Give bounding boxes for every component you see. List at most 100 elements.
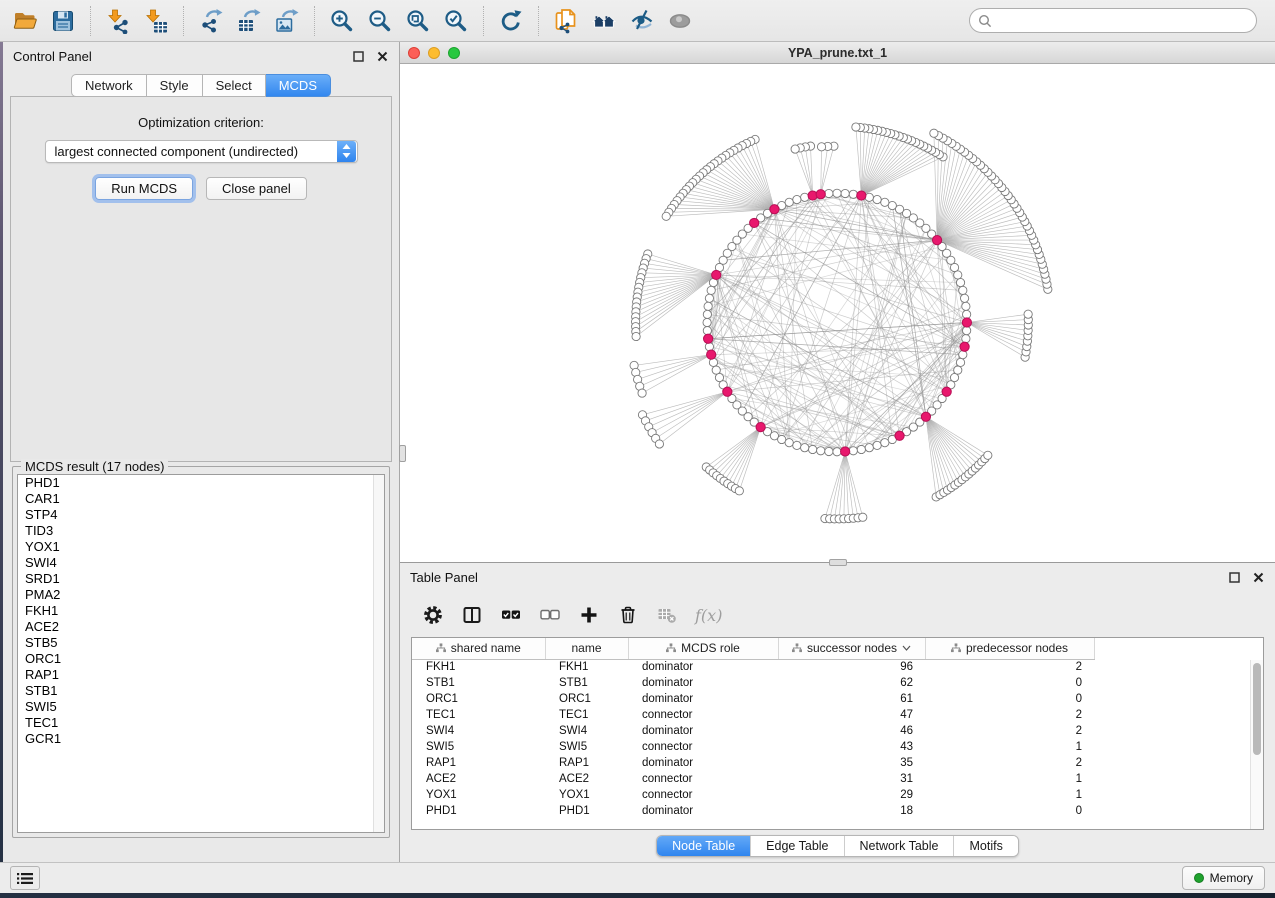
graph-hub-node[interactable] xyxy=(723,387,732,396)
graph-node[interactable] xyxy=(959,286,967,294)
graph-node[interactable] xyxy=(963,327,971,335)
graph-node[interactable] xyxy=(705,343,713,351)
column-header-predecessor-nodes[interactable]: predecessor nodes xyxy=(925,638,1094,659)
table-cell[interactable]: 2 xyxy=(925,755,1094,771)
graph-node[interactable] xyxy=(984,451,992,459)
graph-node[interactable] xyxy=(825,189,833,197)
zoom-selected-button[interactable] xyxy=(437,4,475,38)
graph-node[interactable] xyxy=(956,358,964,366)
global-search-input[interactable] xyxy=(969,8,1257,33)
optimization-criterion-select[interactable]: largest connected component (undirected) xyxy=(45,140,358,163)
table-cell[interactable]: connector xyxy=(628,771,778,787)
table-cell[interactable]: RAP1 xyxy=(545,755,628,771)
close-panel-icon[interactable] xyxy=(1251,570,1265,584)
table-row[interactable]: TEC1TEC1connector472 xyxy=(412,707,1094,723)
graph-node[interactable] xyxy=(881,439,889,447)
graph-hub-node[interactable] xyxy=(960,342,969,351)
export-image-button[interactable] xyxy=(268,4,306,38)
column-header-successor-nodes[interactable]: successor nodes xyxy=(778,638,925,659)
tab-mcds[interactable]: MCDS xyxy=(266,74,331,97)
graph-node[interactable] xyxy=(962,335,970,343)
tab-network[interactable]: Network xyxy=(71,74,147,97)
table-cell[interactable]: 46 xyxy=(778,723,925,739)
graph-node[interactable] xyxy=(950,373,958,381)
table-cell[interactable]: 47 xyxy=(778,707,925,723)
import-network-from-file-button[interactable] xyxy=(99,4,137,38)
close-panel-icon[interactable] xyxy=(375,49,389,63)
select-all-rows-icon[interactable] xyxy=(500,604,522,626)
graph-node[interactable] xyxy=(930,129,938,137)
table-row[interactable]: SWI5SWI5connector431 xyxy=(412,739,1094,755)
settings-gear-icon[interactable] xyxy=(422,604,444,626)
graph-hub-node[interactable] xyxy=(816,190,825,199)
first-neighbors-button[interactable] xyxy=(585,4,623,38)
graph-node[interactable] xyxy=(801,193,809,201)
graph-node[interactable] xyxy=(865,444,873,452)
graph-node[interactable] xyxy=(809,445,817,453)
export-network-button[interactable] xyxy=(192,4,230,38)
graph-node[interactable] xyxy=(888,201,896,209)
save-session-button[interactable] xyxy=(44,4,82,38)
graph-node[interactable] xyxy=(852,123,860,131)
table-cell[interactable]: SWI5 xyxy=(412,739,545,755)
table-cell[interactable]: 0 xyxy=(925,803,1094,819)
hide-selected-button[interactable] xyxy=(623,4,661,38)
mcds-result-item[interactable]: SRD1 xyxy=(18,571,384,587)
graph-node[interactable] xyxy=(849,447,857,455)
graph-node[interactable] xyxy=(962,302,970,310)
mcds-result-item[interactable]: ACE2 xyxy=(18,619,384,635)
graph-node[interactable] xyxy=(857,445,865,453)
graph-hub-node[interactable] xyxy=(962,318,971,327)
table-row[interactable]: RAP1RAP1dominator352 xyxy=(412,755,1094,771)
graph-node[interactable] xyxy=(825,447,833,455)
mcds-result-item[interactable]: ORC1 xyxy=(18,651,384,667)
mcds-result-item[interactable]: STP4 xyxy=(18,507,384,523)
graph-node[interactable] xyxy=(865,193,873,201)
mcds-result-item[interactable]: YOX1 xyxy=(18,539,384,555)
graph-node[interactable] xyxy=(703,327,711,335)
task-history-button[interactable] xyxy=(10,866,40,890)
graph-node[interactable] xyxy=(655,440,663,448)
graph-node[interactable] xyxy=(960,294,968,302)
table-cell[interactable]: 31 xyxy=(778,771,925,787)
tab-network-table[interactable]: Network Table xyxy=(844,836,954,856)
graph-hub-node[interactable] xyxy=(703,334,712,343)
mcds-result-item[interactable]: PMA2 xyxy=(18,587,384,603)
graph-node[interactable] xyxy=(859,513,867,521)
zoom-in-button[interactable] xyxy=(323,4,361,38)
graph-node[interactable] xyxy=(632,332,640,340)
mcds-result-item[interactable]: TEC1 xyxy=(18,715,384,731)
graph-node[interactable] xyxy=(873,441,881,449)
graph-node[interactable] xyxy=(703,310,711,318)
graph-node[interactable] xyxy=(793,195,801,203)
table-cell[interactable]: connector xyxy=(628,787,778,803)
graph-node[interactable] xyxy=(956,278,964,286)
table-cell[interactable]: 1 xyxy=(925,771,1094,787)
table-row[interactable]: PHD1PHD1dominator180 xyxy=(412,803,1094,819)
mcds-list-scrollbar[interactable] xyxy=(373,475,384,832)
table-cell[interactable]: STB1 xyxy=(412,675,545,691)
table-cell[interactable]: RAP1 xyxy=(412,755,545,771)
table-cell[interactable]: 0 xyxy=(925,675,1094,691)
graph-node[interactable] xyxy=(833,448,841,456)
table-scrollbar-thumb[interactable] xyxy=(1253,663,1261,755)
table-cell[interactable]: dominator xyxy=(628,723,778,739)
table-cell[interactable]: 2 xyxy=(925,707,1094,723)
table-cell[interactable]: dominator xyxy=(628,803,778,819)
refresh-view-button[interactable] xyxy=(492,4,530,38)
show-all-button[interactable] xyxy=(661,4,699,38)
mcds-result-item[interactable]: STB5 xyxy=(18,635,384,651)
graph-node[interactable] xyxy=(785,198,793,206)
tab-edge-table[interactable]: Edge Table xyxy=(750,836,843,856)
graph-node[interactable] xyxy=(954,271,962,279)
table-row[interactable]: ACE2ACE2connector311 xyxy=(412,771,1094,787)
table-cell[interactable]: 96 xyxy=(778,659,925,675)
float-panel-icon[interactable] xyxy=(1227,570,1241,584)
table-row[interactable]: ORC1ORC1dominator610 xyxy=(412,691,1094,707)
table-cell[interactable]: 29 xyxy=(778,787,925,803)
graph-node[interactable] xyxy=(849,190,857,198)
graph-node[interactable] xyxy=(707,286,715,294)
table-cell[interactable]: 62 xyxy=(778,675,925,691)
open-file-button[interactable] xyxy=(6,4,44,38)
graph-node[interactable] xyxy=(638,389,646,397)
